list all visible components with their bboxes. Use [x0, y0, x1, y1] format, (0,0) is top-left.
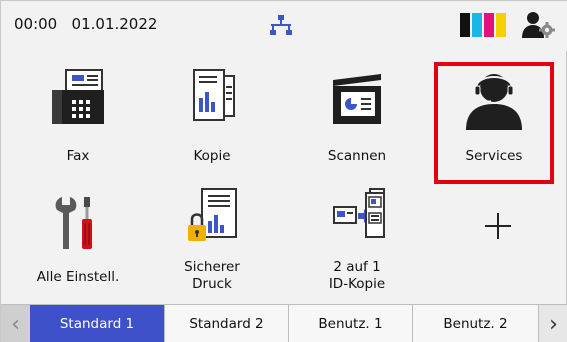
- ink-black: [460, 13, 470, 37]
- status-bar: 00:00 01.01.2022: [1, 1, 567, 51]
- date-label: 01.01.2022: [71, 15, 158, 33]
- tile-scan-label: Scannen: [327, 148, 387, 164]
- tile-id-copy-label: 2 auf 1 ID-Kopie: [328, 259, 386, 292]
- fax-icon: [22, 68, 134, 134]
- wired-network-icon[interactable]: [269, 14, 293, 40]
- ink-magenta: [484, 13, 494, 37]
- id-copy-icon: [301, 185, 413, 251]
- tab-custom-2[interactable]: Benutz. 2: [413, 305, 539, 342]
- ink-cyan: [472, 13, 482, 37]
- tab-custom-1[interactable]: Benutz. 1: [289, 305, 413, 342]
- ink-yellow: [496, 13, 506, 37]
- printer-touchscreen: 00:00 01.01.2022 Fax Kopie Scannen Servi…: [0, 0, 567, 342]
- shortcut-tab-bar: ‹ Standard 1 Standard 2 Benutz. 1 Benutz…: [1, 304, 567, 342]
- date-time: 00:00 01.01.2022: [14, 15, 157, 33]
- user-settings-icon[interactable]: [522, 11, 556, 43]
- tile-fax-label: Fax: [66, 148, 90, 164]
- next-tab-icon[interactable]: ›: [539, 305, 567, 342]
- ink-level-icon[interactable]: [460, 13, 508, 41]
- scanner-icon: [301, 68, 413, 134]
- tile-secure-print-label: Sicherer Druck: [184, 259, 240, 292]
- add-icon: [442, 211, 554, 277]
- prev-tab-icon[interactable]: ‹: [1, 305, 30, 342]
- highlight-box: [434, 62, 554, 184]
- tab-standard-2[interactable]: Standard 2: [165, 305, 289, 342]
- tile-copy-label: Kopie: [193, 148, 231, 164]
- copy-icon: [156, 68, 268, 134]
- tile-settings-label: Alle Einstell.: [36, 269, 120, 285]
- secure-print-icon: [156, 185, 268, 251]
- time-label: 00:00: [14, 15, 58, 33]
- tab-standard-1[interactable]: Standard 1: [30, 305, 165, 342]
- tools-icon: [22, 193, 134, 259]
